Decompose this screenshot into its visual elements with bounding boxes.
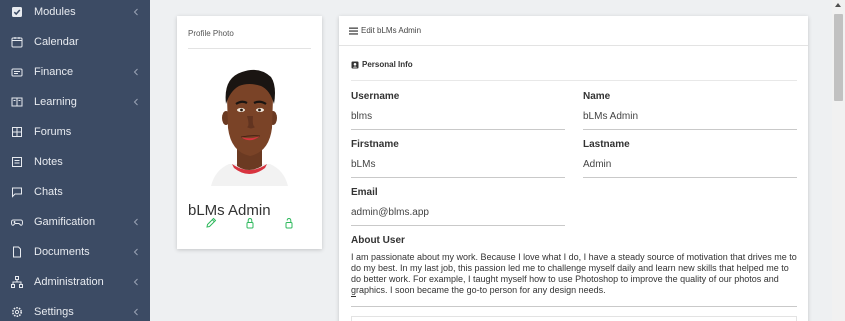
page-scrollbar[interactable] <box>832 0 845 321</box>
sidebar-item-chats[interactable]: Chats <box>0 177 150 207</box>
section-title: Personal Info <box>351 60 413 69</box>
field-underline <box>351 129 565 130</box>
sidebar-item-label: Forums <box>34 126 72 138</box>
username-input[interactable]: blms <box>351 111 565 122</box>
firstname-field[interactable]: Firstname bLMs <box>351 139 565 178</box>
sidebar-item-label: Administration <box>34 276 104 288</box>
sidebar-item-administration[interactable]: Administration <box>0 267 150 297</box>
sidebar-item-settings[interactable]: Settings <box>0 297 150 321</box>
edit-card-title: Edit bLMs Admin <box>361 26 422 35</box>
chevron-left-icon <box>132 67 140 77</box>
field-underline <box>583 129 797 130</box>
firstname-input[interactable]: bLMs <box>351 159 565 170</box>
field-label: Firstname <box>351 139 399 150</box>
email-field[interactable]: Email admin@blms.app <box>351 187 565 226</box>
profile-actions <box>205 217 295 229</box>
sidebar: Modules Calendar Finance Learning Forums… <box>0 0 150 321</box>
chevron-left-icon <box>132 97 140 107</box>
sidebar-item-label: Gamification <box>34 216 96 228</box>
chevron-left-icon <box>132 307 140 317</box>
section-title-label: Personal Info <box>362 60 413 69</box>
about-user-textarea[interactable]: I am passionate about my work. Because I… <box>351 252 798 296</box>
chevron-left-icon <box>132 277 140 287</box>
check-square-icon <box>11 6 23 18</box>
grid-icon <box>11 126 23 138</box>
chevron-left-icon <box>132 7 140 17</box>
list-icon <box>349 27 358 35</box>
gear-icon <box>11 306 23 318</box>
email-input[interactable]: admin@blms.app <box>351 207 565 218</box>
avatar[interactable] <box>207 64 292 189</box>
calendar-icon <box>11 36 23 48</box>
field-label: Username <box>351 91 400 102</box>
sidebar-item-documents[interactable]: Documents <box>0 237 150 267</box>
chevron-left-icon <box>132 247 140 257</box>
edit-user-card: Edit bLMs Admin Personal Info Username b… <box>339 16 808 321</box>
sidebar-item-finance[interactable]: Finance <box>0 57 150 87</box>
gamepad-icon <box>11 216 23 228</box>
edit-card-header: Edit bLMs Admin <box>339 16 808 46</box>
divider <box>351 80 797 81</box>
sidebar-item-forums[interactable]: Forums <box>0 117 150 147</box>
id-badge-icon <box>351 61 359 68</box>
sidebar-item-label: Notes <box>34 156 63 168</box>
chevron-left-icon <box>132 217 140 227</box>
sidebar-item-gamification[interactable]: Gamification <box>0 207 150 237</box>
name-field[interactable]: Name bLMs Admin <box>583 91 797 130</box>
divider <box>188 48 311 49</box>
sub-panel <box>351 316 797 321</box>
field-label: Email <box>351 187 378 198</box>
lock-icon[interactable] <box>244 217 256 229</box>
lastname-input[interactable]: Admin <box>583 159 797 170</box>
profile-card: Profile Photo bLMs Admin <box>177 16 322 249</box>
about-user-label: About User <box>351 235 405 246</box>
scrollbar-thumb[interactable] <box>834 14 843 101</box>
field-underline <box>351 177 565 178</box>
field-label: Lastname <box>583 139 630 150</box>
scroll-up-arrow-icon[interactable] <box>835 3 841 7</box>
sidebar-item-label: Learning <box>34 96 77 108</box>
sidebar-item-calendar[interactable]: Calendar <box>0 27 150 57</box>
book-icon <box>11 96 23 108</box>
money-icon <box>11 66 23 78</box>
chat-icon <box>11 186 23 198</box>
text-cursor <box>351 296 356 297</box>
document-icon <box>11 246 23 258</box>
field-label: Name <box>583 91 611 102</box>
name-input[interactable]: bLMs Admin <box>583 111 797 122</box>
sidebar-item-label: Modules <box>34 6 76 18</box>
field-underline <box>351 306 797 307</box>
field-underline <box>583 177 797 178</box>
lastname-field[interactable]: Lastname Admin <box>583 139 797 178</box>
profile-card-title: Profile Photo <box>188 29 234 38</box>
sidebar-item-modules[interactable]: Modules <box>0 0 150 27</box>
sidebar-item-label: Calendar <box>34 36 79 48</box>
edit-icon[interactable] <box>205 217 217 229</box>
sidebar-item-label: Documents <box>34 246 90 258</box>
note-icon <box>11 156 23 168</box>
sidebar-item-label: Chats <box>34 186 63 198</box>
username-field[interactable]: Username blms <box>351 91 565 130</box>
unlock-icon[interactable] <box>283 217 295 229</box>
sidebar-item-label: Finance <box>34 66 74 78</box>
sidebar-item-label: Settings <box>34 306 74 318</box>
sidebar-item-learning[interactable]: Learning <box>0 87 150 117</box>
field-underline <box>351 225 565 226</box>
sidebar-item-notes[interactable]: Notes <box>0 147 150 177</box>
sitemap-icon <box>11 276 23 288</box>
